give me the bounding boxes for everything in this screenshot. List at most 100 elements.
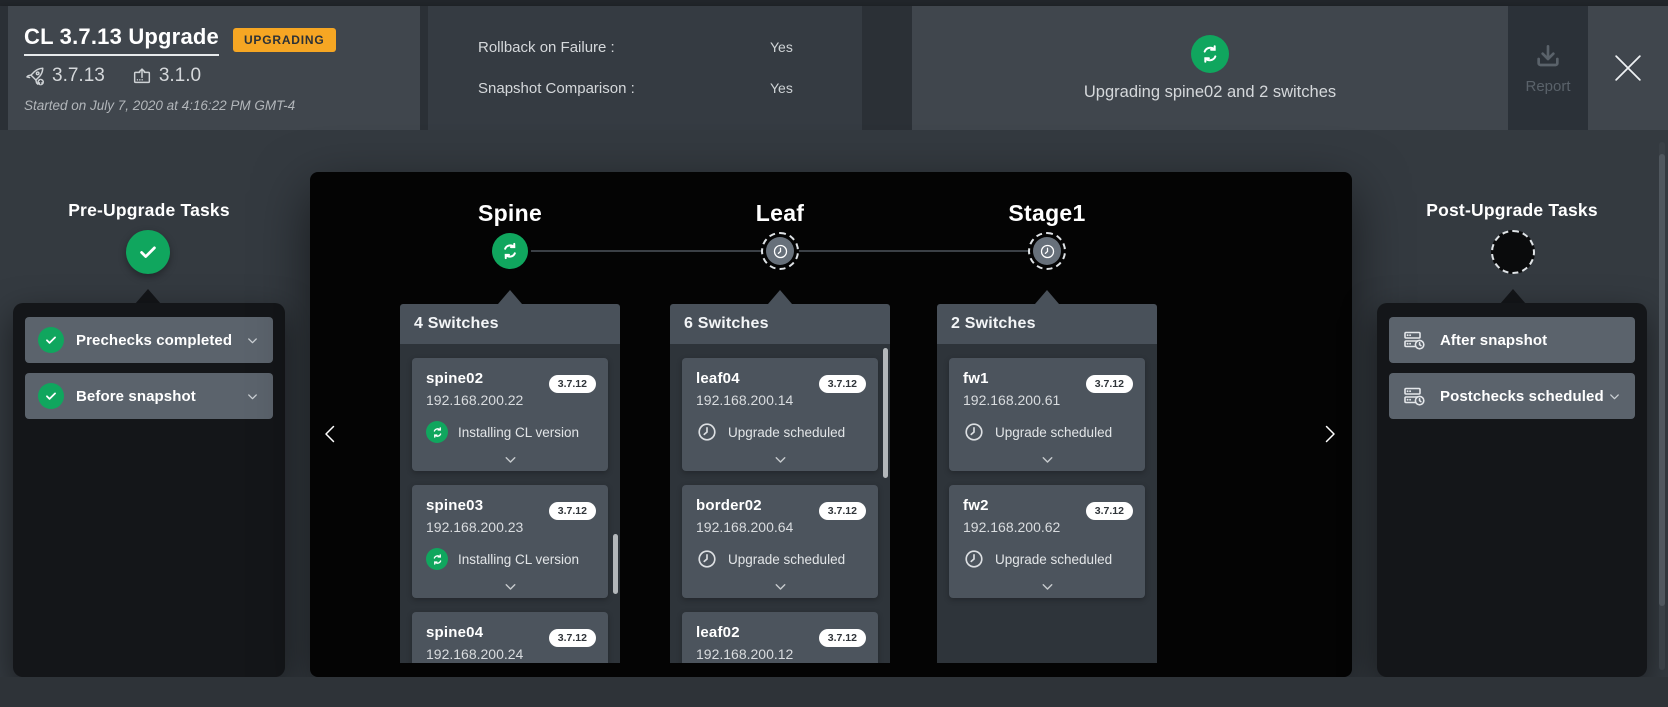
check-icon	[38, 327, 64, 353]
column-scrollbar[interactable]	[613, 534, 618, 594]
stage-label: Stage1	[1008, 200, 1086, 226]
clock-icon	[766, 237, 794, 265]
setting-value: Yes	[770, 80, 793, 96]
card-expand-chevron-icon[interactable]	[949, 451, 1145, 468]
switch-ip: 192.168.200.62	[963, 519, 1061, 535]
download-icon	[1537, 45, 1559, 67]
column-switch-count: 6 Switches	[670, 304, 890, 344]
switch-name: fw2	[963, 497, 989, 514]
card-expand-chevron-icon[interactable]	[682, 451, 878, 468]
task-item[interactable]: Prechecks completed	[25, 317, 273, 363]
window-scrollbar[interactable]	[1659, 142, 1665, 670]
post-upgrade-task-list: After snapshot Postchecks scheduled	[1377, 303, 1647, 677]
version-badge: 3.7.12	[1085, 375, 1133, 393]
carousel-left-arrow[interactable]	[318, 418, 342, 455]
switch-ip: 192.168.200.61	[963, 392, 1061, 408]
stage-column: 6 Switches leaf04 3.7.12 192.168.200.14 …	[670, 290, 890, 663]
task-item[interactable]: Before snapshot	[25, 373, 273, 419]
rocket-upgrade-icon	[24, 65, 46, 87]
switch-status: Upgrade scheduled	[728, 551, 846, 567]
switch-status-row: Upgrade scheduled	[963, 421, 1133, 443]
window-footer-strip	[0, 677, 1668, 707]
switch-ip: 192.168.200.22	[426, 392, 524, 408]
stage-label: Spine	[477, 200, 543, 226]
stage-node-scheduled[interactable]	[761, 232, 799, 270]
clock-icon	[1033, 237, 1061, 265]
switch-ip: 192.168.200.12	[696, 646, 794, 662]
clock-icon	[696, 421, 718, 443]
task-item[interactable]: Postchecks scheduled	[1389, 373, 1635, 419]
switch-card[interactable]: fw2 3.7.12 192.168.200.62 Upgrade schedu…	[949, 485, 1145, 598]
switch-ip: 192.168.200.64	[696, 519, 794, 535]
report-label: Report	[1525, 78, 1571, 95]
card-expand-chevron-icon[interactable]	[412, 451, 608, 468]
chevron-down-icon[interactable]	[245, 389, 260, 404]
column-scrollbar[interactable]	[883, 348, 888, 478]
card-expand-chevron-icon[interactable]	[412, 578, 608, 595]
chevron-right-icon	[1325, 425, 1335, 443]
switch-status-row: Upgrade scheduled	[696, 421, 866, 443]
post-card-notch	[1500, 289, 1526, 304]
pre-upgrade-task-list: Prechecks completed Before snapshot	[13, 303, 285, 677]
switch-ip: 192.168.200.14	[696, 392, 794, 408]
column-body[interactable]: spine02 3.7.12 192.168.200.22 Installing…	[400, 344, 620, 663]
version-badge: 3.7.12	[818, 502, 866, 520]
clock-icon	[963, 548, 985, 570]
netq-version: 3.1.0	[158, 65, 202, 86]
column-notch	[1035, 290, 1059, 304]
column-notch	[498, 290, 522, 304]
switch-card[interactable]: spine03 3.7.12 192.168.200.23 Installing…	[412, 485, 608, 598]
card-expand-chevron-icon[interactable]	[682, 578, 878, 595]
switch-name: leaf04	[696, 370, 740, 387]
stage-column: 2 Switches fw1 3.7.12 192.168.200.61 Upg…	[937, 290, 1157, 663]
carousel-right-arrow[interactable]	[1318, 418, 1342, 455]
pre-upgrade-status-circle	[126, 230, 170, 274]
switch-status: Upgrade scheduled	[995, 551, 1113, 567]
task-item[interactable]: After snapshot	[1389, 317, 1635, 363]
card-expand-chevron-icon[interactable]	[949, 578, 1145, 595]
status-badge: UPGRADING	[232, 28, 336, 52]
task-label: After snapshot	[1440, 331, 1548, 349]
switch-card[interactable]: spine02 3.7.12 192.168.200.22 Installing…	[412, 358, 608, 471]
switch-status-row: Upgrade scheduled	[696, 548, 866, 570]
switch-name: border02	[696, 497, 762, 514]
header-progress-panel: Upgrading spine02 and 2 switches	[912, 6, 1508, 130]
post-upgrade-status-circle	[1491, 230, 1535, 274]
switch-card[interactable]: fw1 3.7.12 192.168.200.61 Upgrade schedu…	[949, 358, 1145, 471]
upgrade-stages-panel: Spine Leaf Stage1 4 Switches spine02 3.7.1…	[310, 172, 1352, 677]
check-icon	[140, 246, 156, 258]
switch-name: leaf02	[696, 624, 740, 641]
setting-row: Rollback on Failure : Yes	[478, 39, 862, 56]
cl-version: 3.7.13	[52, 65, 105, 86]
stage-node-sync-icon[interactable]	[492, 233, 528, 269]
switch-card[interactable]: spine04 3.7.12 192.168.200.24	[412, 612, 608, 663]
switch-card[interactable]: leaf02 3.7.12 192.168.200.12	[682, 612, 878, 663]
switch-status-row: Installing CL version	[426, 421, 596, 443]
stage-node-scheduled[interactable]	[1028, 232, 1066, 270]
window-scrollbar-thumb[interactable]	[1659, 154, 1665, 606]
close-button[interactable]	[1588, 6, 1668, 130]
chevron-left-icon	[325, 425, 335, 443]
setting-label: Snapshot Comparison :	[478, 80, 635, 97]
chevron-down-icon[interactable]	[245, 333, 260, 348]
column-body[interactable]: leaf04 3.7.12 192.168.200.14 Upgrade sch…	[670, 344, 890, 663]
setting-label: Rollback on Failure :	[478, 39, 615, 56]
upgrade-header: CL 3.7.13 Upgrade UPGRADING 3.7.13 3.1.0…	[0, 6, 1668, 130]
column-body[interactable]: fw1 3.7.12 192.168.200.61 Upgrade schedu…	[937, 344, 1157, 663]
version-badge: 3.7.12	[818, 375, 866, 393]
sync-progress-icon	[1191, 34, 1229, 73]
version-badge: 3.7.12	[548, 502, 596, 520]
task-label: Postchecks scheduled	[1440, 387, 1604, 405]
page-title: CL 3.7.13 Upgrade	[24, 24, 219, 56]
switch-status: Upgrade scheduled	[728, 424, 846, 440]
column-switch-count: 4 Switches	[400, 304, 620, 344]
header-summary-panel: CL 3.7.13 Upgrade UPGRADING 3.7.13 3.1.0…	[8, 6, 420, 130]
post-upgrade-heading: Post-Upgrade Tasks	[1426, 200, 1598, 220]
chevron-down-icon[interactable]	[1607, 389, 1622, 404]
sync-icon	[426, 548, 448, 570]
upgrade-content: Pre-Upgrade Tasks Prechecks completed Be…	[0, 130, 1668, 677]
switch-card[interactable]: border02 3.7.12 192.168.200.64 Upgrade s…	[682, 485, 878, 598]
switch-ip: 192.168.200.23	[426, 519, 524, 535]
switch-card[interactable]: leaf04 3.7.12 192.168.200.14 Upgrade sch…	[682, 358, 878, 471]
report-button[interactable]: Report	[1508, 6, 1588, 130]
